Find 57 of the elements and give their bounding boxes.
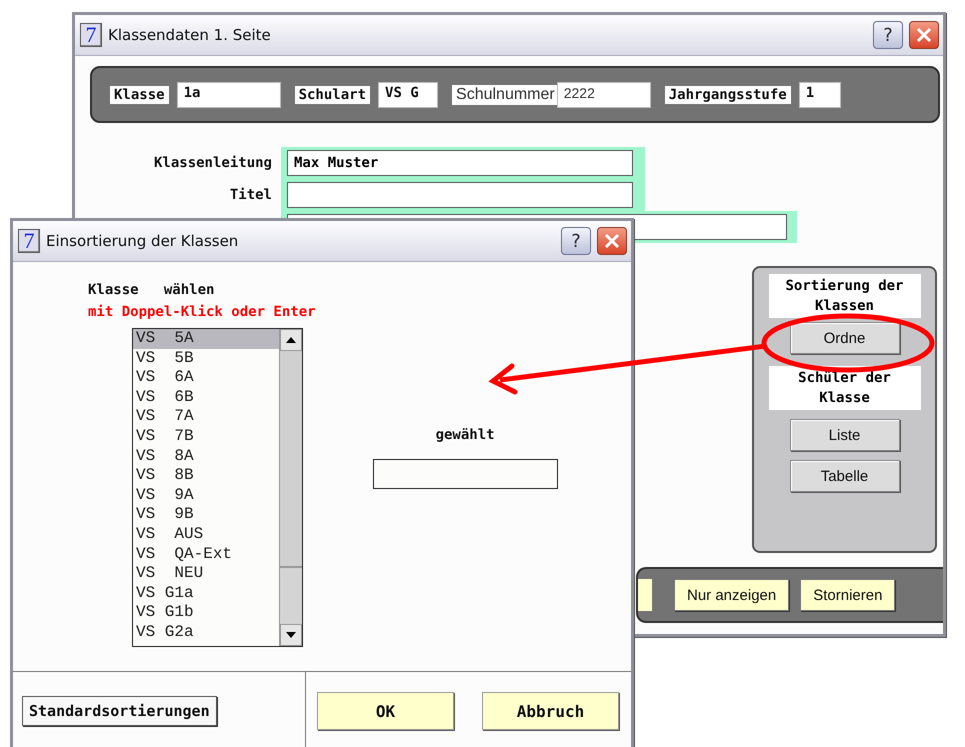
close-button[interactable]: [909, 21, 939, 49]
list-item[interactable]: VS G1a: [133, 584, 279, 604]
list-item[interactable]: VS NEU: [133, 564, 279, 584]
input-field[interactable]: [372, 459, 558, 489]
down-arrow-icon: [286, 632, 296, 638]
field-label: Schulart: [294, 86, 370, 104]
list-item[interactable]: VS 5A: [133, 329, 279, 349]
panel-button[interactable]: Liste: [790, 419, 900, 451]
app-icon: 7: [80, 23, 102, 47]
field-label: Schulnummer: [452, 84, 559, 104]
field-label: Klassenleitung: [152, 155, 272, 171]
list-item[interactable]: VS 9B: [133, 505, 279, 525]
list-item[interactable]: VS AUS: [133, 524, 279, 545]
list-item[interactable]: VS G2a: [133, 622, 279, 642]
list-item[interactable]: VS 9A: [133, 486, 279, 506]
window-title: Klassendaten 1. Seite: [108, 26, 272, 44]
field-label: Klasse: [110, 86, 169, 104]
input-field[interactable]: 1: [798, 82, 841, 108]
window-title: Einsortierung der Klassen: [46, 232, 240, 250]
panel-heading: Schüler der Klasse: [768, 366, 920, 410]
list-item[interactable]: VS 8B: [133, 466, 279, 486]
panel-button[interactable]: Tabelle: [790, 460, 900, 492]
scrollbar[interactable]: [279, 329, 302, 646]
action-button[interactable]: Stornieren: [800, 579, 896, 611]
field-label: Titel: [228, 187, 272, 203]
action-button[interactable]: Nur anzeigen: [674, 579, 790, 611]
input-field[interactable]: 2222: [556, 82, 651, 108]
list-item[interactable]: VS QA-Ext: [133, 544, 279, 564]
list-item[interactable]: VS 6A: [133, 368, 279, 388]
dialog-button[interactable]: OK: [317, 692, 454, 730]
class-list[interactable]: VS 5A VS 5B VS 6A VS 6B VS 7A VS 7B VS 8A VS 8B VS 9A VS 9B VS AUS VS QA-Ext VS NEU VS G1a VS G1b VS G2a: [132, 328, 303, 647]
list-item[interactable]: VS 7B: [133, 426, 279, 447]
list-item[interactable]: VS 8A: [133, 446, 279, 466]
input-field[interactable]: [287, 182, 633, 208]
list-item[interactable]: VS 5B: [133, 348, 279, 368]
input-field[interactable]: VS G: [378, 82, 438, 108]
input-field[interactable]: Max Muster: [287, 150, 633, 176]
close-icon: [916, 27, 932, 43]
dialog-button[interactable]: Abbruch: [482, 692, 619, 730]
help-button[interactable]: ?: [561, 227, 591, 255]
field-label: Jahrgangsstufe: [664, 86, 791, 104]
defaults-button[interactable]: Standardsortierungen: [22, 696, 217, 726]
app-icon: 7: [18, 229, 40, 253]
hint-text: mit Doppel-Klick oder Enter: [88, 304, 316, 320]
close-icon: [604, 233, 620, 249]
list-item[interactable]: VS 7A: [133, 407, 279, 427]
instruction-text: Klasse wählen: [88, 282, 216, 298]
close-button[interactable]: [597, 227, 627, 255]
list-item[interactable]: VS 6B: [133, 388, 279, 408]
list-item[interactable]: VS G1b: [133, 603, 279, 623]
sort-button[interactable]: Ordne: [790, 322, 900, 354]
up-arrow-icon: [286, 337, 296, 343]
help-button[interactable]: ?: [873, 21, 903, 49]
panel-heading: Sortierung der Klassen: [768, 274, 920, 318]
input-field[interactable]: 1a: [176, 82, 281, 108]
field-label: gewählt: [436, 427, 495, 443]
button[interactable]: [638, 579, 653, 611]
